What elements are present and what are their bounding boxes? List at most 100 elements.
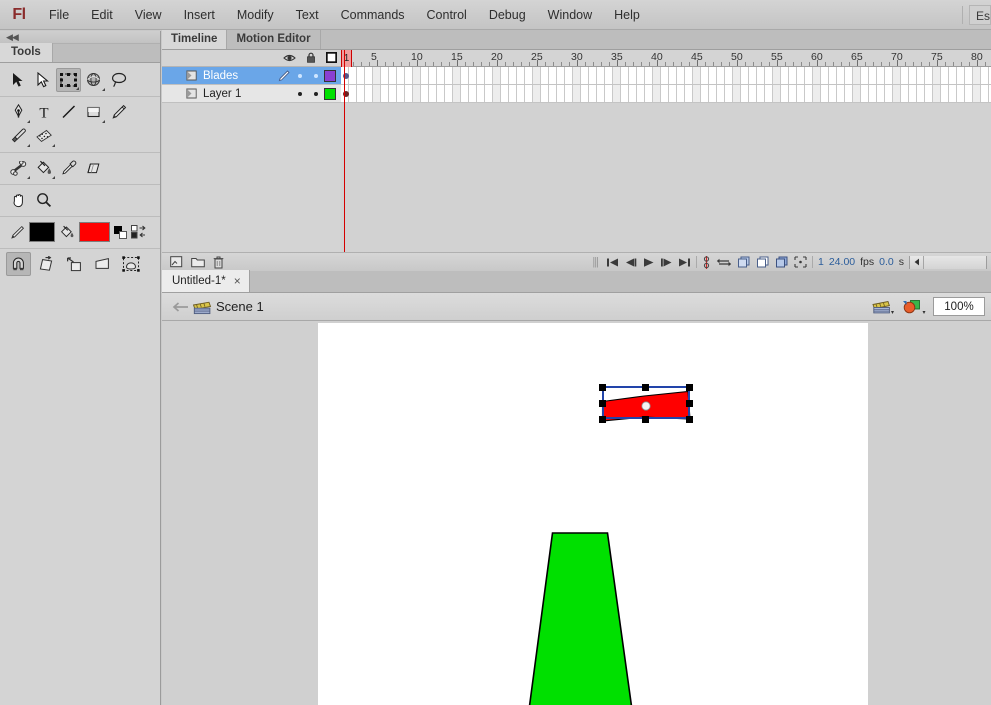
- tab-motion-editor[interactable]: Motion Editor: [227, 30, 321, 49]
- tool-options-arrow-icon[interactable]: [52, 144, 55, 147]
- brush-icon[interactable]: [6, 124, 31, 148]
- playhead-line[interactable]: [344, 50, 345, 252]
- frame-cell[interactable]: [781, 67, 789, 84]
- menu-edit[interactable]: Edit: [80, 4, 124, 26]
- menu-text[interactable]: Text: [285, 4, 330, 26]
- frame-cell[interactable]: [821, 85, 829, 102]
- frame-cell[interactable]: [933, 67, 941, 84]
- timeline-ruler[interactable]: 5 10 15 20 25 30 35 40 45 50 55 60 65 70 75 80 1: [341, 50, 991, 67]
- frame-cell[interactable]: [573, 85, 581, 102]
- frame-cell[interactable]: [973, 67, 981, 84]
- play-button[interactable]: [642, 257, 655, 268]
- frame-cell[interactable]: [877, 67, 885, 84]
- frame-cell[interactable]: [669, 85, 677, 102]
- frame-cell[interactable]: [925, 67, 933, 84]
- frame-cell[interactable]: [413, 67, 421, 84]
- frame-cell[interactable]: [957, 85, 965, 102]
- frame-cell[interactable]: [709, 67, 717, 84]
- frame-cell[interactable]: [557, 67, 565, 84]
- frame-cell[interactable]: [421, 85, 429, 102]
- menu-debug[interactable]: Debug: [478, 4, 537, 26]
- layer-lock-toggle[interactable]: [308, 91, 324, 96]
- tool-options-arrow-icon[interactable]: [27, 144, 30, 147]
- frame-cell[interactable]: [477, 85, 485, 102]
- lock-icon[interactable]: [306, 52, 316, 63]
- frame-cell[interactable]: [893, 85, 901, 102]
- frame-cell[interactable]: [645, 85, 653, 102]
- layer-visibility-toggle[interactable]: [292, 73, 308, 78]
- layer-lock-toggle[interactable]: [308, 73, 324, 78]
- frame-cell[interactable]: [541, 67, 549, 84]
- frame-cell[interactable]: [445, 67, 453, 84]
- frame-cell[interactable]: [405, 67, 413, 84]
- frame-cell[interactable]: [509, 67, 517, 84]
- frame-cell[interactable]: [421, 67, 429, 84]
- frame-cell[interactable]: [557, 85, 565, 102]
- frame-cell[interactable]: [525, 85, 533, 102]
- zoom-level-field[interactable]: 100%: [933, 297, 985, 316]
- frame-cell[interactable]: [949, 85, 957, 102]
- frame-cell[interactable]: [957, 67, 965, 84]
- pen-icon[interactable]: [6, 100, 31, 124]
- frame-cell[interactable]: [469, 67, 477, 84]
- frame-cell[interactable]: [629, 67, 637, 84]
- frame-cell[interactable]: [437, 67, 445, 84]
- transform-handle-n[interactable]: [642, 384, 649, 391]
- frame-cell[interactable]: [813, 85, 821, 102]
- frame-cell[interactable]: [837, 85, 845, 102]
- frame-cell[interactable]: [445, 85, 453, 102]
- layer-row[interactable]: Blades: [162, 67, 341, 85]
- scale-icon[interactable]: [62, 252, 87, 276]
- frame-cell[interactable]: [549, 67, 557, 84]
- frame-cell[interactable]: [917, 67, 925, 84]
- frame-cell[interactable]: [461, 85, 469, 102]
- body-shape[interactable]: [527, 530, 637, 705]
- stroke-color-swatch[interactable]: [29, 222, 55, 242]
- black-and-white-icon[interactable]: [114, 225, 127, 239]
- frame-cell[interactable]: [397, 67, 405, 84]
- frame-cell[interactable]: [581, 85, 589, 102]
- frame-cell[interactable]: [741, 85, 749, 102]
- frame-cell[interactable]: [381, 85, 389, 102]
- frame-cell[interactable]: [493, 85, 501, 102]
- frame-cell[interactable]: [797, 67, 805, 84]
- frame-cell[interactable]: [533, 67, 541, 84]
- trash-icon[interactable]: [213, 256, 224, 269]
- frame-cell[interactable]: [565, 85, 573, 102]
- layer-outline-color-chip[interactable]: [324, 69, 336, 82]
- frame-cell[interactable]: [797, 85, 805, 102]
- frame-cell[interactable]: [413, 85, 421, 102]
- frame-cell[interactable]: [589, 85, 597, 102]
- frame-cell[interactable]: [869, 85, 877, 102]
- eraser-icon[interactable]: [81, 156, 106, 180]
- step-back-button[interactable]: [624, 257, 637, 268]
- frame-cell[interactable]: [965, 67, 973, 84]
- new-folder-button[interactable]: [191, 256, 205, 268]
- frame-cell[interactable]: [501, 85, 509, 102]
- frame-cell[interactable]: [965, 85, 973, 102]
- frame-cell[interactable]: [773, 67, 781, 84]
- frame-cell[interactable]: [637, 67, 645, 84]
- frame-cell[interactable]: [733, 85, 741, 102]
- back-arrow-icon[interactable]: [168, 301, 192, 313]
- frame-cell[interactable]: [821, 67, 829, 84]
- rotate-and-skew-icon[interactable]: [34, 252, 59, 276]
- 3d-rotation-icon[interactable]: [81, 68, 106, 92]
- frame-cell[interactable]: [885, 67, 893, 84]
- frame-cell[interactable]: [365, 67, 373, 84]
- frame-cell[interactable]: [845, 67, 853, 84]
- frame-cell[interactable]: [829, 67, 837, 84]
- frame-cell[interactable]: [725, 67, 733, 84]
- frame-cell[interactable]: [709, 85, 717, 102]
- frame-cell[interactable]: [901, 67, 909, 84]
- timeline-scrollbar[interactable]: [909, 255, 987, 269]
- deco-icon[interactable]: [31, 124, 56, 148]
- frame-cell[interactable]: [757, 85, 765, 102]
- text-icon[interactable]: T: [31, 100, 56, 124]
- frame-cell[interactable]: [837, 67, 845, 84]
- frame-cell[interactable]: [909, 85, 917, 102]
- tool-options-arrow-icon[interactable]: [27, 176, 30, 179]
- frame-cell[interactable]: [677, 85, 685, 102]
- frame-cell[interactable]: [941, 67, 949, 84]
- tool-options-arrow-icon[interactable]: [76, 87, 79, 90]
